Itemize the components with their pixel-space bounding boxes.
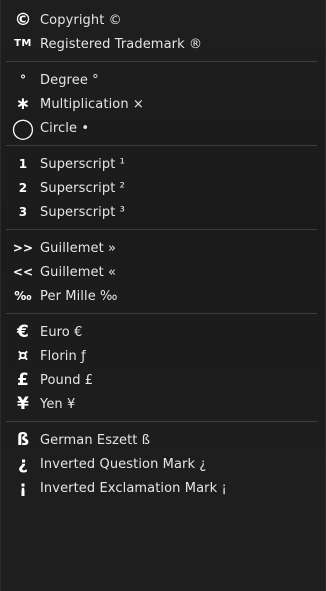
menu-item-guillemet-right[interactable]: >> Guillemet » [6,236,317,260]
superscript-three-icon: 3 [18,205,28,219]
menu-separator [6,61,317,62]
circle-icon: ◯ [11,116,35,140]
menu-separator [6,421,317,422]
menu-item-copyright[interactable]: © Copyright © [6,8,317,32]
menu-group-legal: © Copyright © TM Registered Trademark ® [6,8,317,56]
menu-item-guillemet-left[interactable]: << Guillemet « [6,260,317,284]
asterisk-icon: ∗ [15,94,31,114]
menu-item-florin[interactable]: ¤ Florin ƒ [6,344,317,368]
menu-item-superscript-3[interactable]: 3 Superscript ³ [6,200,317,224]
menu-item-multiplication[interactable]: ∗ Multiplication × [6,92,317,116]
menu-item-label: Florin ƒ [40,348,86,364]
menu-item-label: Superscript ³ [40,204,125,220]
menu-item-circle[interactable]: ◯ Circle • [6,116,317,140]
menu-group-letters: ß German Eszett ß ¿ Inverted Question Ma… [6,428,317,500]
menu-item-label: Per Mille ‰ [40,288,118,304]
menu-group-superscripts: 1 Superscript ¹ 2 Superscript ² 3 Supers… [6,152,317,224]
menu-group-symbols: ° Degree ° ∗ Multiplication × ◯ Circle • [6,68,317,141]
yen-icon: ¥ [17,394,29,414]
menu-item-per-mille[interactable]: ‰ Per Mille ‰ [6,284,317,308]
guillemet-right-icon: >> [12,241,34,255]
inverted-question-mark-icon: ¿ [18,454,28,474]
menu-item-german-eszett[interactable]: ß German Eszett ß [6,428,317,452]
menu-item-label: Degree ° [40,72,99,88]
superscript-one-icon: 1 [18,157,28,171]
menu-item-label: Guillemet « [40,264,117,280]
menu-item-label: Pound £ [40,372,94,388]
menu-separator [6,145,317,146]
menu-item-label: Inverted Question Mark ¿ [40,456,207,472]
menu-item-superscript-1[interactable]: 1 Superscript ¹ [6,152,317,176]
per-mille-icon: ‰ [14,289,32,303]
menu-item-label: Circle • [40,120,90,136]
menu-separator [6,229,317,230]
menu-item-label: Superscript ¹ [40,156,125,172]
currency-sign-icon: ¤ [17,346,29,366]
degree-icon: ° [19,73,27,87]
menu-item-label: Guillemet » [40,240,117,256]
menu-item-label: Yen ¥ [40,396,76,412]
menu-item-label: Euro € [40,324,83,340]
euro-icon: € [17,322,29,342]
menu-item-label: Copyright © [40,12,122,28]
menu-item-yen[interactable]: ¥ Yen ¥ [6,392,317,416]
menu-group-currency: € Euro € ¤ Florin ƒ £ Pound £ ¥ Yen ¥ [6,320,317,416]
menu-separator [6,313,317,314]
menu-item-superscript-2[interactable]: 2 Superscript ² [6,176,317,200]
menu-item-degree[interactable]: ° Degree ° [6,68,317,92]
copyright-icon: © [14,10,32,30]
trademark-icon: TM [14,38,32,49]
menu-item-inverted-question-mark[interactable]: ¿ Inverted Question Mark ¿ [6,452,317,476]
menu-group-quotes: >> Guillemet » << Guillemet « ‰ Per Mill… [6,236,317,308]
menu-item-label: Inverted Exclamation Mark ¡ [40,480,227,496]
superscript-two-icon: 2 [18,181,28,195]
menu-item-label: Superscript ² [40,180,125,196]
menu-item-registered-trademark[interactable]: TM Registered Trademark ® [6,32,317,56]
eszett-icon: ß [16,430,30,450]
menu-item-label: German Eszett ß [40,432,151,448]
menu-item-label: Multiplication × [40,96,144,112]
menu-item-pound[interactable]: £ Pound £ [6,368,317,392]
guillemet-left-icon: << [12,265,34,279]
menu-item-inverted-exclamation-mark[interactable]: ¡ Inverted Exclamation Mark ¡ [6,476,317,500]
special-characters-menu: © Copyright © TM Registered Trademark ® … [0,0,326,591]
menu-item-label: Registered Trademark ® [40,36,203,52]
inverted-exclamation-mark-icon: ¡ [19,478,27,498]
menu-item-euro[interactable]: € Euro € [6,320,317,344]
pound-icon: £ [17,370,29,390]
